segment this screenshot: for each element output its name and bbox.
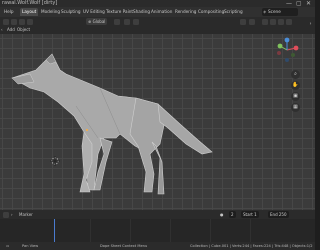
- shading-rendered-icon[interactable]: [286, 18, 292, 25]
- timeline-chevron-icon[interactable]: ›: [11, 211, 13, 218]
- start-frame-field[interactable]: Start 1: [241, 211, 259, 218]
- hand-pan-icon[interactable]: ✋: [291, 81, 300, 90]
- blender-window: rawal.Wolf.Wolf [dirty] — ▢ ✕ Help Layou…: [0, 0, 315, 250]
- 3d-viewport[interactable]: [0, 34, 315, 210]
- tab-uv-editing[interactable]: UV Editing: [81, 8, 107, 16]
- tab-layout[interactable]: Layout: [20, 8, 39, 16]
- object-origin: [86, 129, 88, 131]
- tab-sculpting[interactable]: Sculpting: [59, 8, 83, 16]
- snap-icon[interactable]: [124, 18, 130, 25]
- playhead[interactable]: [54, 219, 55, 242]
- shading-wire-icon[interactable]: [270, 18, 276, 25]
- top-bar: Help Layout Modeling Sculpting UV Editin…: [0, 7, 315, 17]
- timeline-tick: [250, 219, 251, 242]
- window-title: rawal.Wolf.Wolf [dirty]: [2, 0, 58, 6]
- close-icon[interactable]: ✕: [306, 0, 311, 7]
- gizmo-neg-z-icon[interactable]: [285, 58, 289, 62]
- select-box-icon[interactable]: [19, 18, 25, 25]
- zoom-icon[interactable]: ⌕: [291, 70, 300, 79]
- pivot-icon[interactable]: [114, 18, 120, 25]
- status-right: Collection | Cube.001 | Verts:244 | Face…: [190, 244, 313, 248]
- menu-object[interactable]: Object: [17, 26, 30, 33]
- menu-marker[interactable]: Marker: [19, 211, 33, 218]
- timeline-tick: [210, 219, 211, 242]
- editor-type-icon[interactable]: [3, 18, 9, 25]
- transform-orientation-dropdown[interactable]: ⊕ Global: [86, 18, 108, 25]
- wolf-body[interactable]: [11, 53, 213, 195]
- minimize-icon[interactable]: —: [286, 0, 292, 7]
- title-bar: rawal.Wolf.Wolf [dirty] — ▢ ✕: [0, 0, 315, 7]
- timeline-area[interactable]: [0, 219, 315, 242]
- timeline-editor-icon[interactable]: [3, 211, 9, 218]
- menu-help[interactable]: Help: [2, 8, 16, 16]
- navigation-gizmo[interactable]: [272, 35, 302, 65]
- xray-icon[interactable]: [249, 18, 255, 25]
- sidebar-toggle-icon[interactable]: ›: [306, 20, 315, 28]
- timeline-tick: [170, 219, 171, 242]
- wolf-mesh[interactable]: [0, 34, 315, 210]
- gizmo-neg-y-icon[interactable]: [291, 53, 295, 57]
- grid-icon[interactable]: ▦: [291, 103, 300, 112]
- camera-icon[interactable]: ▣: [291, 92, 300, 101]
- tab-rendering[interactable]: Rendering: [173, 8, 198, 16]
- wolf-tail: [157, 103, 213, 155]
- shading-material-icon[interactable]: [278, 18, 284, 25]
- tab-scripting[interactable]: Scripting: [222, 8, 245, 16]
- chevron-icon[interactable]: ‹: [1, 26, 3, 33]
- current-frame-field[interactable]: 2: [229, 211, 236, 218]
- tab-animation[interactable]: Animation: [149, 8, 174, 16]
- mode-select-icon[interactable]: [11, 18, 17, 25]
- timeline-tick: [90, 219, 91, 242]
- select-extend-icon[interactable]: [27, 18, 33, 25]
- maximize-icon[interactable]: ▢: [296, 0, 302, 7]
- autokey-icon[interactable]: ●: [220, 211, 224, 218]
- scene-name: Scene: [268, 9, 281, 14]
- mouse-icon: ▭: [6, 244, 10, 248]
- scene-icon: ◈: [263, 9, 267, 14]
- viewport-menus: ‹ Add Object: [0, 26, 315, 34]
- wolf-snout: [11, 73, 35, 85]
- menu-add[interactable]: Add: [7, 26, 15, 33]
- proportional-edit-icon[interactable]: [133, 18, 139, 25]
- status-middle: Dope Sheet Context Menu: [100, 244, 148, 248]
- viewport-overlays-icon[interactable]: [240, 18, 246, 25]
- viewport-header: ⊕ Global: [0, 17, 315, 26]
- timeline-tick: [130, 219, 131, 242]
- scene-selector[interactable]: ◈ Scene: [262, 8, 298, 16]
- end-frame-field[interactable]: End 250: [268, 211, 289, 218]
- 3d-cursor-icon[interactable]: [50, 156, 60, 166]
- timeline-header: › Marker ● 2 Start 1 End 250: [0, 210, 315, 219]
- shading-solid-icon[interactable]: [262, 18, 268, 25]
- status-bar: ▭ Pan View Dope Sheet Context Menu Colle…: [0, 242, 315, 250]
- gizmo-neg-x-icon[interactable]: [277, 51, 281, 55]
- gizmo-y-icon[interactable]: [277, 43, 283, 49]
- gizmo-z-icon[interactable]: [284, 37, 290, 43]
- gizmo-x-icon[interactable]: [293, 45, 299, 51]
- status-left: Pan View: [22, 244, 39, 248]
